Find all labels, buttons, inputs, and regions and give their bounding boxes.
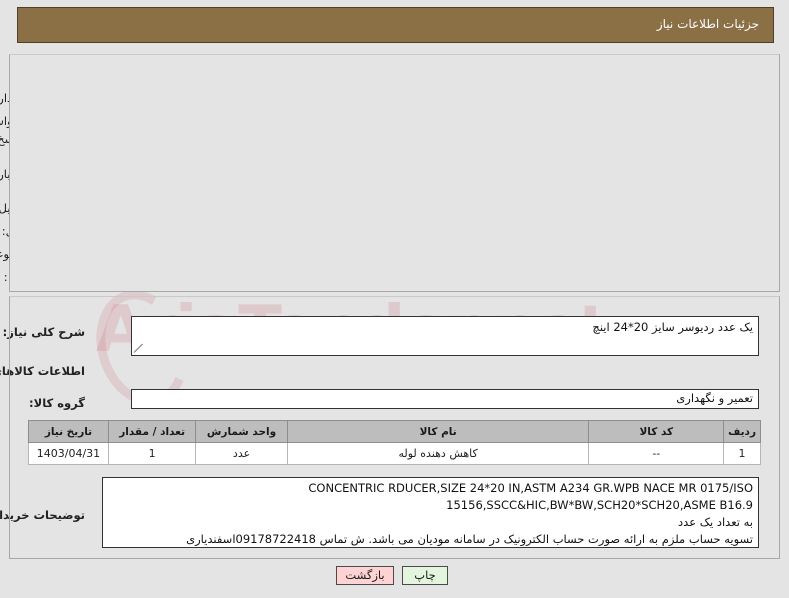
column-header-row: ردیف bbox=[723, 420, 761, 443]
page-header: جزئیات اطلاعات نیاز bbox=[17, 7, 774, 43]
column-header-unit: واحد شمارش bbox=[195, 420, 288, 443]
column-header-name: نام کالا bbox=[286, 420, 590, 443]
cell-code: -- bbox=[588, 442, 725, 465]
cell-row: 1 bbox=[723, 442, 761, 465]
page-title: جزئیات اطلاعات نیاز bbox=[656, 17, 759, 31]
table-row: 1 -- کاهش دهنده لوله عدد 1 1403/04/31 bbox=[28, 442, 761, 465]
cell-date: 1403/04/31 bbox=[28, 442, 109, 465]
goods-table: ردیف کد کالا نام کالا واحد شمارش تعداد /… bbox=[28, 420, 761, 465]
print-button[interactable]: چاپ bbox=[402, 566, 448, 585]
table-header-row: ردیف کد کالا نام کالا واحد شمارش تعداد /… bbox=[28, 420, 761, 443]
cell-name: کاهش دهنده لوله bbox=[286, 442, 590, 465]
column-header-qty: تعداد / مقدار bbox=[107, 420, 197, 443]
cell-unit: عدد bbox=[195, 442, 288, 465]
column-header-code: کد کالا bbox=[588, 420, 725, 443]
back-button[interactable]: بازگشت bbox=[336, 566, 394, 585]
column-header-date: تاریخ نیاز bbox=[28, 420, 109, 443]
cell-qty: 1 bbox=[107, 442, 197, 465]
need-info-panel bbox=[9, 54, 780, 292]
